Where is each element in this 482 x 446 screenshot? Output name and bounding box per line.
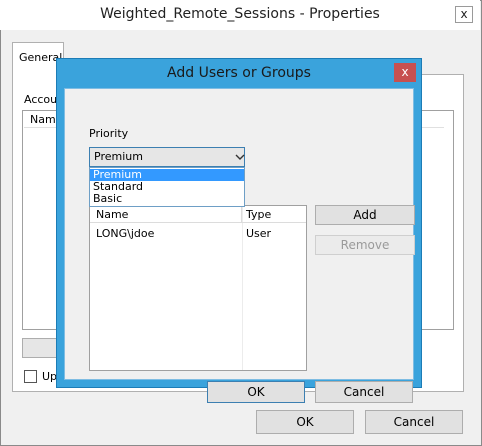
dialog-title: Add Users or Groups — [167, 65, 311, 81]
remove-button[interactable]: Remove — [315, 235, 415, 255]
priority-option-basic[interactable]: Basic — [90, 193, 244, 205]
table-row-name[interactable]: LONG\jdoe — [90, 224, 242, 241]
table-row-type[interactable]: User — [242, 224, 306, 241]
properties-cancel-button[interactable]: Cancel — [365, 410, 463, 434]
accounts-label: Accou — [24, 93, 58, 106]
priority-select[interactable]: Premium — [89, 147, 245, 167]
properties-title-bar: Weighted_Remote_Sessions - Properties x — [0, 0, 480, 30]
update-checkbox[interactable] — [24, 370, 37, 383]
dialog-close-button[interactable]: x — [394, 63, 416, 82]
priority-selected-value: Premium — [94, 150, 143, 163]
add-users-dialog: Add Users or Groups x Priority Premium N… — [56, 58, 422, 403]
properties-window-title: Weighted_Remote_Sessions - Properties — [100, 6, 380, 22]
priority-label: Priority — [89, 127, 129, 140]
properties-close-button[interactable]: x — [455, 6, 473, 23]
column-header-name[interactable]: Name — [90, 206, 242, 223]
update-checkbox-label: Up — [42, 370, 58, 383]
priority-dropdown-list: Premium Standard Basic — [89, 167, 245, 207]
chevron-down-icon[interactable] — [233, 149, 247, 165]
column-header-type[interactable]: Type — [242, 206, 306, 223]
add-button[interactable]: Add — [315, 205, 415, 225]
dialog-body: Priority Premium Name Type LONG\jdoe Use… — [64, 88, 415, 403]
dialog-ok-button[interactable]: OK — [207, 381, 305, 403]
properties-ok-button[interactable]: OK — [256, 410, 354, 434]
dialog-cancel-button[interactable]: Cancel — [315, 381, 413, 403]
